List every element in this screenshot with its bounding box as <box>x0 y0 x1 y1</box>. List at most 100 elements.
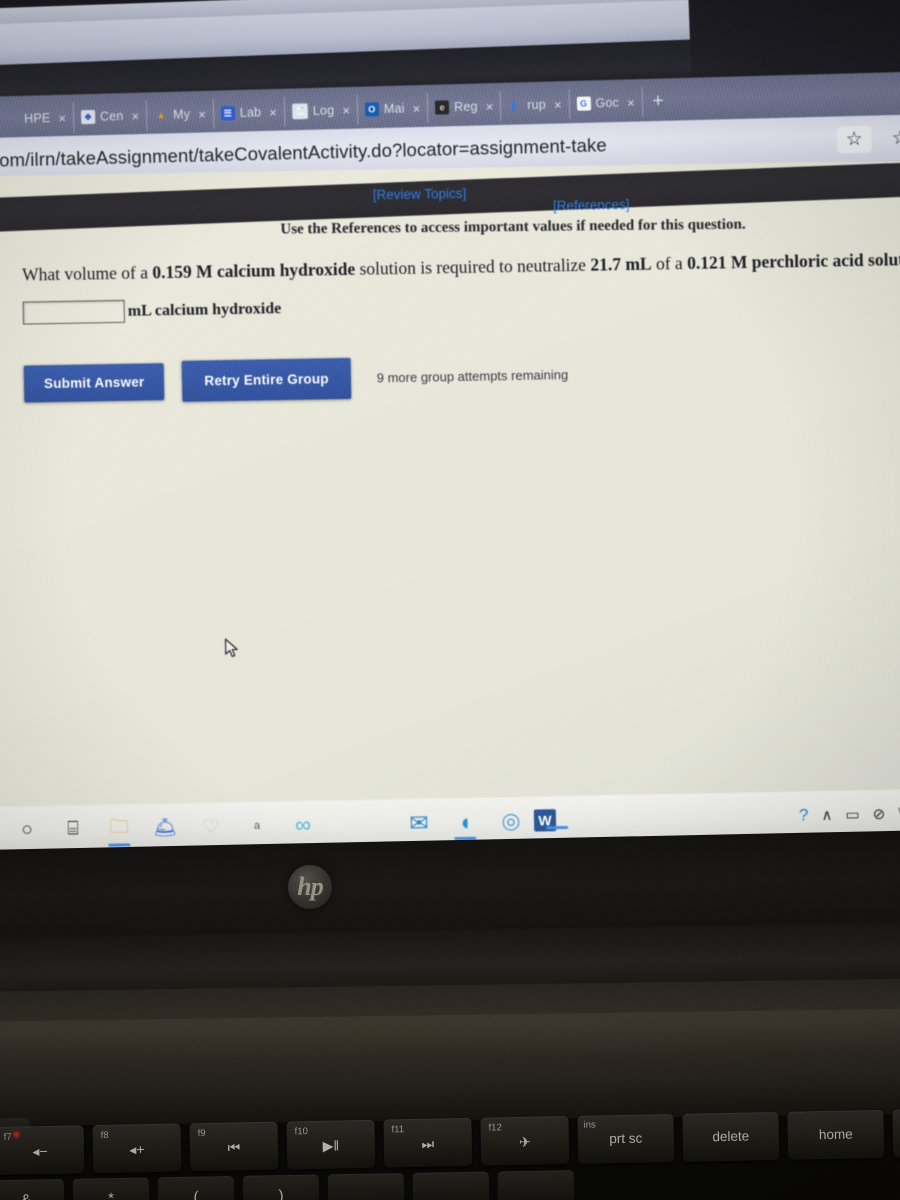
tab-close-icon[interactable]: × <box>269 104 277 119</box>
browser-tab-cengage[interactable]: ❖ Cen × <box>73 100 148 133</box>
collections-icon[interactable]: ☆≡ <box>891 126 900 150</box>
browser-tab-lab[interactable]: ☰ Lab × <box>213 96 286 129</box>
tab-close-icon[interactable]: × <box>131 108 139 123</box>
tab-close-icon[interactable]: × <box>412 101 420 116</box>
answer-unit-label: mL calcium hydroxide <box>127 299 282 320</box>
cengage-icon: ❖ <box>80 109 96 125</box>
blackboard-icon: ☰ <box>220 106 235 121</box>
edge-icon[interactable]: ◖ <box>442 801 489 842</box>
star-icon[interactable]: ☆ <box>836 125 873 153</box>
home-key[interactable]: home <box>787 1109 885 1160</box>
browser-tab-reg[interactable]: e Reg × <box>427 90 502 123</box>
tab-close-icon[interactable]: × <box>198 106 206 121</box>
tab-close-icon[interactable]: × <box>485 99 493 114</box>
tab-close-icon[interactable]: × <box>554 97 562 112</box>
word-icon[interactable]: W <box>533 809 557 832</box>
key-glyph: ⏭ <box>421 1135 435 1152</box>
microsoft-store-icon[interactable]: 🛎 <box>142 807 189 848</box>
fn-label: f7 <box>3 1131 12 1143</box>
airplane-mode-key[interactable]: f12 ✈ <box>480 1116 570 1166</box>
tab-label: rup <box>527 97 547 113</box>
document-icon: 📄 <box>291 103 309 120</box>
tab-label: Log <box>312 103 335 118</box>
tab-label: My <box>172 107 191 122</box>
chrome-icon[interactable]: ◎ <box>488 801 535 842</box>
browser-tab-rup[interactable]: ▌ rup × <box>500 89 570 121</box>
key-label: home <box>818 1126 853 1143</box>
fn-label: f8 <box>100 1129 109 1141</box>
delete-key[interactable]: delete <box>682 1111 780 1162</box>
fn-label: f11 <box>391 1124 405 1136</box>
partial-key-right[interactable] <box>892 1109 900 1158</box>
action-buttons: Submit Answer Retry Entire Group 9 more … <box>23 354 569 404</box>
key-glyph: ◂+ <box>129 1141 145 1158</box>
fn-label: f9 <box>197 1127 206 1140</box>
volume-up-key[interactable]: f8 ◂+ <box>92 1123 182 1174</box>
browser-tab-log[interactable]: 📄 Log × <box>284 94 359 127</box>
tab-label: Goc <box>595 95 620 111</box>
edge-icon: e <box>434 100 450 115</box>
review-topics-link[interactable]: [Review Topics] <box>373 186 467 203</box>
hpe-icon <box>5 112 19 126</box>
google-icon: G <box>576 96 591 111</box>
assignment-page: [Review Topics] [References] Use the Ref… <box>0 159 900 827</box>
volume-down-key[interactable]: f7 ◂− <box>0 1125 85 1176</box>
key-label: prt sc <box>609 1130 643 1147</box>
key-glyph: ▶‖ <box>322 1137 340 1154</box>
bing-icon: ▌ <box>511 100 519 111</box>
question-text: What volume of a 0.159 M calcium hydroxi… <box>22 248 900 286</box>
mail-icon[interactable]: ✉ <box>396 802 443 843</box>
no-network-icon[interactable]: ⊘ <box>872 805 885 823</box>
hp-logo: hp <box>288 865 332 909</box>
key-glyph: ✈ <box>518 1133 531 1150</box>
tab-label: HPE <box>23 111 51 126</box>
tab-label: Lab <box>239 105 262 120</box>
file-explorer-icon[interactable]: 🗀 <box>96 808 143 849</box>
browser-tab-hpe[interactable]: HPE × <box>0 102 75 135</box>
heart-icon[interactable]: ♡ <box>188 806 235 847</box>
tab-close-icon[interactable]: × <box>627 95 635 110</box>
question-bold-2: 21.7 mL <box>590 253 652 275</box>
tab-label: Cen <box>99 109 124 124</box>
task-view-icon[interactable]: ⌸ <box>50 809 97 850</box>
question-bold-1: 0.159 M calcium hydroxide <box>152 258 356 283</box>
cortana-icon[interactable]: ○ <box>4 810 51 851</box>
next-track-key[interactable]: f11 ⏭ <box>383 1117 473 1168</box>
chevron-up-icon[interactable]: ∧ <box>821 806 832 824</box>
key-glyph: ⏮ <box>227 1139 241 1156</box>
previous-track-key[interactable]: f9 ⏮ <box>189 1121 279 1172</box>
browser-tab-drive[interactable]: ▲ My × <box>146 98 215 131</box>
help-icon[interactable]: ? <box>799 805 809 825</box>
submit-answer-button[interactable]: Submit Answer <box>23 363 165 403</box>
battery-icon[interactable]: ▭ <box>845 805 860 823</box>
question-part-2: solution is required to neutralize <box>355 254 591 279</box>
infinity-icon[interactable]: ∞ <box>280 805 327 846</box>
tab-close-icon[interactable]: × <box>342 102 350 117</box>
fn-label: f10 <box>294 1126 308 1138</box>
outlook-icon: O <box>364 102 380 117</box>
key-glyph: ◂− <box>32 1143 48 1160</box>
ins-label: ins <box>583 1119 596 1131</box>
answer-input[interactable] <box>22 299 125 325</box>
tab-label: Mai <box>383 101 405 117</box>
retry-entire-group-button[interactable]: Retry Entire Group <box>182 357 352 402</box>
browser-tab-goc[interactable]: G Goc × <box>569 87 644 120</box>
amazon-icon[interactable]: a <box>234 805 281 846</box>
browser-tab-mail[interactable]: O Mai × <box>357 92 429 125</box>
google-drive-icon: ▲ <box>156 109 166 121</box>
print-screen-key[interactable]: ins prt sc <box>577 1113 675 1164</box>
question-part-3: of a <box>651 253 688 274</box>
new-tab-button[interactable]: + <box>642 90 674 113</box>
mouse-cursor <box>224 638 240 665</box>
key-label: delete <box>712 1128 750 1145</box>
fn-label: f12 <box>488 1122 502 1134</box>
laptop-deck <box>0 978 900 1127</box>
photo-of-laptop-screen: HPE × ❖ Cen × ▲ My × ☰ Lab × 📄 Log × O M… <box>0 0 900 1200</box>
address-bar-actions: ☆ ☆≡ <box>836 124 900 153</box>
references-link[interactable]: [References] <box>553 197 630 213</box>
system-tray: ? ∧ ▭ ⊘ ⧵x 1: 11/ <box>799 799 900 829</box>
tab-close-icon[interactable]: × <box>58 110 66 125</box>
mute-led-indicator <box>14 1132 19 1137</box>
play-pause-key[interactable]: f10 ▶‖ <box>286 1119 376 1170</box>
answer-input-row: mL calcium hydroxide <box>22 297 282 325</box>
